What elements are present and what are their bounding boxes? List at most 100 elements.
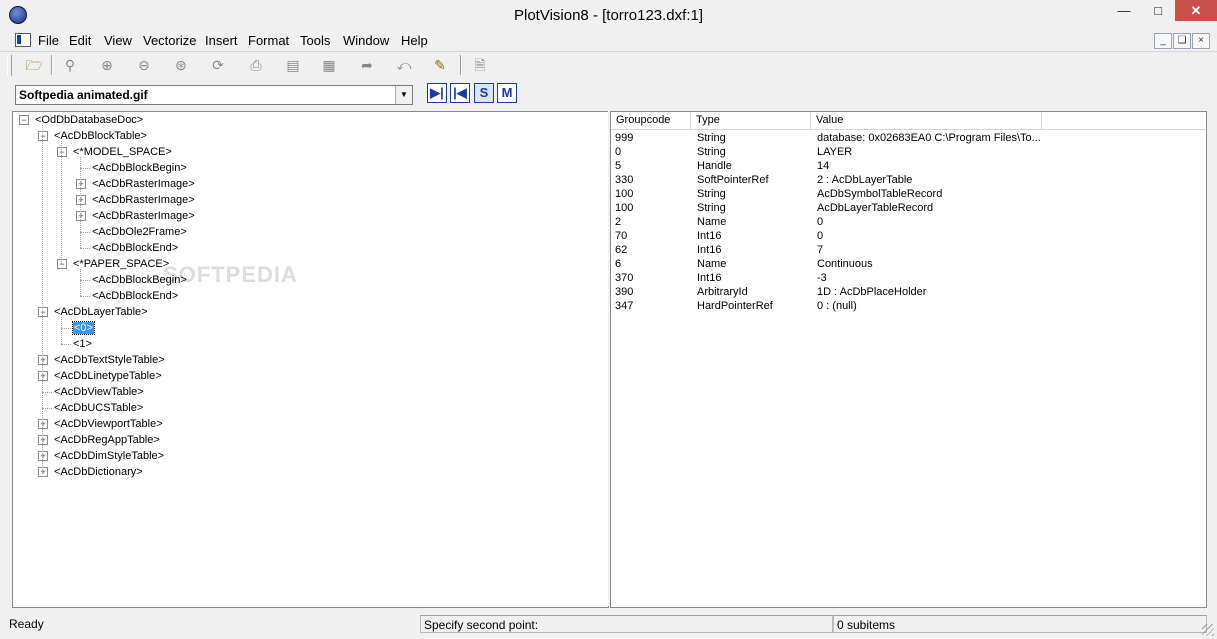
tree-node[interactable]: <AcDbBlockTable> (54, 128, 147, 144)
tree-node[interactable]: <AcDbRasterImage> (92, 192, 195, 208)
list-row[interactable]: 62 Int16 7 (611, 243, 1206, 257)
tree-node-label: <AcDbRasterImage> (92, 210, 195, 222)
tree-node[interactable]: <*PAPER_SPACE> (73, 256, 169, 272)
expand-toggle[interactable]: + (76, 195, 86, 205)
print-icon[interactable]: ⎙ (245, 54, 267, 76)
list-row[interactable]: 6 Name Continuous (611, 257, 1206, 271)
tree-node[interactable]: <AcDbDimStyleTable> (54, 448, 164, 464)
tree-node[interactable]: <AcDbBlockEnd> (92, 288, 178, 304)
cell-type: HardPointerRef (697, 300, 773, 312)
tree-node[interactable]: <0> (72, 320, 95, 336)
tree-node[interactable]: <AcDbBlockBegin> (92, 272, 187, 288)
menu-insert[interactable]: Insert (205, 33, 238, 48)
expand-toggle[interactable]: + (38, 419, 48, 429)
menu-window[interactable]: Window (343, 33, 389, 48)
tree-node[interactable]: <AcDbRasterImage> (92, 208, 195, 224)
menu-edit[interactable]: Edit (69, 33, 91, 48)
maximize-button[interactable]: □ (1141, 0, 1175, 21)
list-row[interactable]: 999 String database: 0x02683EA0 C:\Program… (611, 131, 1206, 145)
expand-toggle[interactable]: + (76, 211, 86, 221)
menu-help[interactable]: Help (401, 33, 428, 48)
print-preview-icon[interactable]: ▤ (282, 54, 304, 76)
list-row[interactable]: 2 Name 0 (611, 215, 1206, 229)
database-tree[interactable]: SOFTPEDIA − <OdDbDatabaseDoc> − <AcDbBlockT… (12, 111, 609, 608)
collapse-toggle[interactable]: − (57, 147, 67, 157)
new-document-icon[interactable]: 🗎 (469, 54, 491, 76)
menu-tools[interactable]: Tools (300, 33, 330, 48)
list-row[interactable]: 100 String AcDbLayerTableRecord (611, 201, 1206, 215)
collapse-toggle[interactable]: − (19, 115, 29, 125)
tree-node[interactable]: <AcDbOle2Frame> (92, 224, 187, 240)
expand-toggle[interactable]: + (38, 435, 48, 445)
collapse-toggle[interactable]: − (57, 259, 67, 269)
tree-node[interactable]: <AcDbBlockEnd> (92, 240, 178, 256)
undo-icon[interactable]: ⤺ (393, 54, 415, 76)
menu-vectorize[interactable]: Vectorize (143, 33, 196, 48)
next-frame-button[interactable]: ▶| (427, 83, 447, 103)
tree-node-label: <AcDbViewportTable> (54, 418, 163, 430)
zoom-in-icon[interactable]: ⊕ (96, 54, 118, 76)
expand-toggle[interactable]: + (38, 451, 48, 461)
zoom-extents-icon[interactable]: ⊛ (170, 54, 192, 76)
size-grip[interactable] (1202, 624, 1214, 636)
list-row[interactable]: 347 HardPointerRef 0 : (null) (611, 299, 1206, 313)
zoom-window-icon[interactable]: ⚲ (59, 54, 81, 76)
tree-node[interactable]: <OdDbDatabaseDoc> (35, 112, 143, 128)
properties-icon[interactable]: ✎ (429, 54, 451, 76)
s-mode-button[interactable]: S (474, 83, 494, 103)
previous-frame-button[interactable]: |◀ (450, 83, 470, 103)
expand-toggle[interactable]: + (38, 355, 48, 365)
list-row[interactable]: 5 Handle 14 (611, 159, 1206, 173)
column-value[interactable]: Value (811, 112, 1042, 129)
tree-node[interactable]: <AcDbViewTable> (54, 384, 144, 400)
column-groupcode[interactable]: Groupcode (611, 112, 691, 129)
layers-icon[interactable]: ▦ (318, 54, 340, 76)
column-type[interactable]: Type (691, 112, 811, 129)
tree-node[interactable]: <AcDbLayerTable> (54, 304, 148, 320)
properties-list[interactable]: Groupcode Type Value 999 String database: … (610, 111, 1207, 608)
zoom-out-icon[interactable]: ⊖ (133, 54, 155, 76)
tree-node[interactable]: <AcDbViewportTable> (54, 416, 163, 432)
list-row[interactable]: 330 SoftPointerRef 2 : AcDbLayerTable (611, 173, 1206, 187)
expand-toggle[interactable]: + (76, 179, 86, 189)
tree-node[interactable]: <AcDbDictionary> (54, 464, 143, 480)
mdi-close-button[interactable]: × (1192, 33, 1210, 49)
tree-node[interactable]: <AcDbBlockBegin> (92, 160, 187, 176)
collapse-toggle[interactable]: − (38, 131, 48, 141)
m-mode-button[interactable]: M (497, 83, 517, 103)
status-ready: Ready (9, 617, 44, 631)
list-row[interactable]: 70 Int16 0 (611, 229, 1206, 243)
tree-node[interactable]: <*MODEL_SPACE> (73, 144, 172, 160)
menu-format[interactable]: Format (248, 33, 289, 48)
list-row[interactable]: 0 String LAYER (611, 145, 1206, 159)
document-window-icon[interactable] (15, 33, 31, 47)
toolbar-grip[interactable] (7, 55, 12, 76)
tree-node[interactable]: <AcDbTextStyleTable> (54, 352, 165, 368)
window-title: PlotVision8 - [torro123.dxf:1] (514, 7, 703, 24)
collapse-toggle[interactable]: − (38, 307, 48, 317)
expand-toggle[interactable]: + (38, 467, 48, 477)
chevron-down-icon[interactable]: ▼ (395, 86, 412, 104)
list-row[interactable]: 390 ArbitraryId 1D : AcDbPlaceHolder (611, 285, 1206, 299)
tree-node[interactable]: <AcDbUCSTable> (54, 400, 143, 416)
menu-view[interactable]: View (104, 33, 132, 48)
tree-node[interactable]: <AcDbRasterImage> (92, 176, 195, 192)
orbit-icon[interactable]: ⟳ (207, 54, 229, 76)
expand-toggle[interactable]: + (38, 371, 48, 381)
minimize-button[interactable]: — (1107, 0, 1141, 21)
tree-guide-line (80, 269, 81, 296)
close-button[interactable]: ✕ (1175, 0, 1217, 21)
open-folder-icon[interactable]: 🗁 (23, 54, 45, 76)
mdi-restore-button[interactable]: ❏ (1173, 33, 1191, 49)
image-combo[interactable]: Softpedia animated.gif ▼ (15, 85, 413, 105)
tree-node[interactable]: <AcDbLinetypeTable> (54, 368, 162, 384)
list-row[interactable]: 100 String AcDbSymbolTableRecord (611, 187, 1206, 201)
tree-node[interactable]: <1> (73, 336, 92, 352)
menu-file[interactable]: File (38, 33, 59, 48)
tree-connector (80, 296, 90, 297)
list-row[interactable]: 370 Int16 -3 (611, 271, 1206, 285)
tree-node[interactable]: <AcDbRegAppTable> (54, 432, 160, 448)
redo-icon[interactable]: ➦ (356, 54, 378, 76)
mdi-minimize-button[interactable]: _ (1154, 33, 1172, 49)
cell-value: 0 (817, 230, 824, 242)
